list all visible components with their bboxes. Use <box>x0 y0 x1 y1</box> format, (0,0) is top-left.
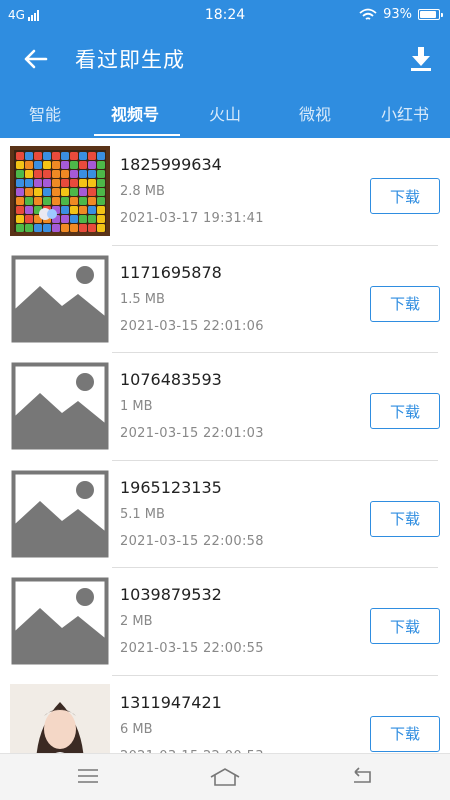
item-size: 6 MB <box>120 721 153 737</box>
item-time: 2021-03-15 22:00:58 <box>120 533 264 549</box>
item-time: 2021-03-15 22:01:03 <box>120 426 264 441</box>
list-item[interactable]: 1825999634 2.8 MB 2021-03-17 19:31:41 下载 <box>0 138 450 246</box>
download-icon[interactable] <box>408 44 434 72</box>
item-name: 1311947421 <box>120 692 222 712</box>
placeholder-image-icon <box>10 361 110 451</box>
item-size: 1 MB <box>120 399 153 414</box>
wifi-icon <box>359 8 377 20</box>
item-name: 1965123135 <box>120 477 222 497</box>
item-size: 2 MB <box>120 614 153 629</box>
battery-icon <box>418 9 443 20</box>
item-name: 1076483593 <box>120 370 222 389</box>
item-name: 1039879532 <box>120 585 222 604</box>
return-icon[interactable] <box>350 766 374 786</box>
item-size: 1.5 MB <box>120 291 165 307</box>
item-size: 5.1 MB <box>120 506 165 522</box>
tab-0[interactable]: 智能 <box>0 86 90 138</box>
download-button[interactable]: 下载 <box>370 715 440 752</box>
download-list: 1825999634 2.8 MB 2021-03-17 19:31:41 下载 117… <box>0 138 450 753</box>
list-item[interactable]: 13119474216 MB2021-03-15 22:00:53下载 <box>0 676 450 753</box>
portrait-photo-thumbnail <box>10 683 110 753</box>
tab-4[interactable]: 小红书 <box>360 86 450 138</box>
download-button[interactable]: 下载 <box>370 285 440 322</box>
tab-bar: 智能 视频号 火山 微视 小红书 <box>0 86 450 138</box>
home-icon[interactable] <box>208 766 242 788</box>
list-item[interactable]: 1076483593 1 MB 2021-03-15 22:01:03 下载 <box>0 353 450 461</box>
download-button[interactable]: 下载 <box>370 178 440 214</box>
placeholder-image-icon <box>10 253 110 344</box>
system-nav-bar <box>0 753 450 800</box>
tab-2[interactable]: 火山 <box>180 86 270 138</box>
tab-1[interactable]: 视频号 <box>90 86 180 138</box>
item-time: 2021-03-17 19:31:41 <box>120 211 264 226</box>
app-bar: 看过即生成 <box>0 32 450 86</box>
list-item[interactable]: 1171695878 1.5 MB 2021-03-15 22:01:06 下载 <box>0 246 450 354</box>
list-item[interactable]: 1965123135 5.1 MB 2021-03-15 22:00:58 下载 <box>0 461 450 569</box>
item-time: 2021-03-15 22:00:55 <box>120 641 264 656</box>
placeholder-image-icon <box>10 576 110 666</box>
placeholder-image-icon <box>10 468 110 559</box>
menu-icon[interactable] <box>76 766 100 786</box>
status-bar: 4G 18:24 93% <box>0 0 450 32</box>
download-button[interactable]: 下载 <box>370 393 440 429</box>
download-button[interactable]: 下载 <box>370 608 440 644</box>
page-title: 看过即生成 <box>75 48 185 72</box>
puzzle-game-thumbnail <box>10 146 110 236</box>
item-size: 2.8 MB <box>120 184 165 199</box>
item-name: 1825999634 <box>120 155 222 174</box>
item-name: 1171695878 <box>120 262 222 282</box>
item-time: 2021-03-15 22:01:06 <box>120 318 264 334</box>
battery-percent: 93% <box>383 7 412 22</box>
tab-3[interactable]: 微视 <box>270 86 360 138</box>
back-arrow-icon[interactable] <box>18 44 52 74</box>
download-button[interactable]: 下载 <box>370 500 440 537</box>
list-item[interactable]: 1039879532 2 MB 2021-03-15 22:00:55 下载 <box>0 568 450 676</box>
